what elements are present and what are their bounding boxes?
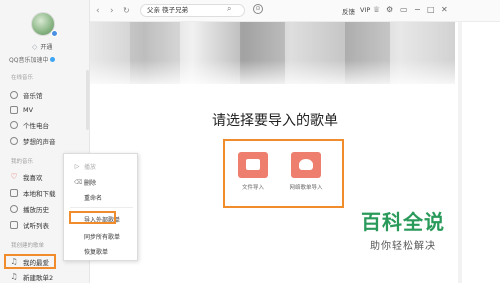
sidebar-item-radio[interactable]: 个性电台 [10, 118, 84, 131]
sidebar-item-label: 梦想的声音 [23, 137, 56, 146]
vip-open-link[interactable]: ◇ 开通 [32, 42, 53, 52]
maximize-icon[interactable]: □ [427, 5, 435, 14]
top-bar: ‹ › ↻ 父亲 筷子兄弟 ⌕ ⊙ 反馈 VIP ♕ ⚙ ▭ − □ ✕ [90, 0, 500, 22]
menu-item-label: 恢复歌单 [84, 249, 109, 256]
info-icon [50, 57, 56, 62]
close-icon[interactable]: ✕ [441, 5, 448, 14]
file-import-label: 文件导入 [241, 185, 264, 191]
menu-item-sync-all[interactable]: 同步所有歌单 [74, 232, 120, 241]
main-scrollbar[interactable] [458, 22, 462, 283]
section-title-created-playlists: 我创建的歌单 [11, 243, 45, 249]
menu-divider [70, 207, 133, 208]
online-import-option[interactable]: 网络歌单导入 [284, 152, 328, 202]
mini-mode-icon[interactable]: ▭ [400, 5, 408, 14]
diamond-icon: ◇ [32, 42, 38, 51]
delete-icon: ⌫ [74, 179, 83, 186]
sidebar-item-label: 新建歌单2 [23, 273, 54, 282]
sidebar-item-label: 本地和下载 [23, 189, 56, 198]
forward-icon[interactable]: › [110, 5, 114, 17]
watermark-subtitle: 助你轻松解决 [370, 241, 436, 252]
page-title: 请选择要导入的歌单 [212, 113, 338, 129]
minimize-icon[interactable]: − [414, 5, 421, 14]
back-icon[interactable]: ‹ [96, 5, 100, 17]
sidebar-item-music-hall[interactable]: 音乐馆 [10, 88, 84, 101]
banner-fade [90, 60, 455, 90]
settings-icon[interactable]: ⚙ [386, 5, 393, 14]
music-hall-icon [10, 90, 18, 99]
trial-list-icon [10, 220, 18, 229]
sidebar-item-label: MV [23, 105, 34, 114]
music-note-icon: ♫ [10, 271, 18, 281]
mv-icon [10, 105, 18, 114]
file-import-option[interactable]: 文件导入 [231, 152, 275, 202]
recognize-music-icon[interactable]: ⊙ [253, 4, 263, 14]
refresh-icon[interactable]: ↻ [123, 5, 130, 17]
section-title-my-music: 我的音乐 [11, 159, 34, 165]
menu-item-label: 删除 [84, 180, 97, 187]
menu-item-label: 重命名 [84, 195, 103, 202]
online-status-icon [51, 30, 58, 37]
online-import-label: 网络歌单导入 [289, 185, 323, 191]
radio-icon [10, 120, 18, 129]
sidebar-item-label: 音乐馆 [23, 91, 43, 100]
section-title-online: 在线音乐 [11, 75, 34, 81]
file-import-icon [238, 152, 268, 178]
context-menu: ▷ 播放 ⌫ 删除 重命名 导入外部歌单 同步所有歌单 恢复歌单 [63, 153, 138, 261]
play-icon: ▷ [74, 163, 80, 170]
menu-item-label: 同步所有歌单 [84, 234, 121, 241]
watermark-title: 百科全说 [361, 210, 445, 234]
feedback-link[interactable]: 反馈 [342, 6, 355, 16]
highlight-box-import-external [69, 211, 116, 224]
history-icon [10, 204, 18, 213]
sidebar-item-label: 个性电台 [23, 121, 49, 130]
sidebar-item-dream-voice[interactable]: 梦想的声音 [10, 134, 84, 147]
watermark: 百科全说 助你轻松解决 [348, 200, 458, 260]
account-status: QQ音乐加速中 [9, 55, 87, 64]
menu-item-rename[interactable]: 重命名 [74, 193, 102, 202]
account-text: QQ音乐加速中 [9, 57, 49, 64]
skin-icon[interactable]: ♕ [373, 5, 380, 14]
sidebar-item-new-playlist-2[interactable]: ♫ 新建歌单2 [10, 270, 84, 283]
download-icon [10, 188, 18, 197]
heart-icon: ♡ [10, 171, 18, 181]
search-icon[interactable]: ⌕ [227, 4, 231, 14]
vip-label: 开通 [40, 44, 53, 51]
highlight-box-my-favorite [4, 254, 56, 269]
vip-link[interactable]: VIP [360, 6, 370, 14]
menu-item-play[interactable]: ▷ 播放 [74, 162, 96, 171]
menu-item-restore[interactable]: 恢复歌单 [74, 247, 108, 256]
sidebar-item-label: 播放历史 [23, 205, 49, 214]
sidebar-item-mv[interactable]: MV [10, 103, 84, 116]
menu-item-label: 播放 [84, 164, 97, 171]
dream-voice-icon [10, 136, 18, 145]
sidebar-item-label: 试听列表 [23, 221, 49, 230]
sidebar-item-label: 我喜欢 [23, 173, 43, 182]
menu-item-delete[interactable]: ⌫ 删除 [74, 178, 96, 187]
sidebar-scrollbar[interactable] [86, 70, 89, 130]
online-import-icon [291, 152, 321, 178]
